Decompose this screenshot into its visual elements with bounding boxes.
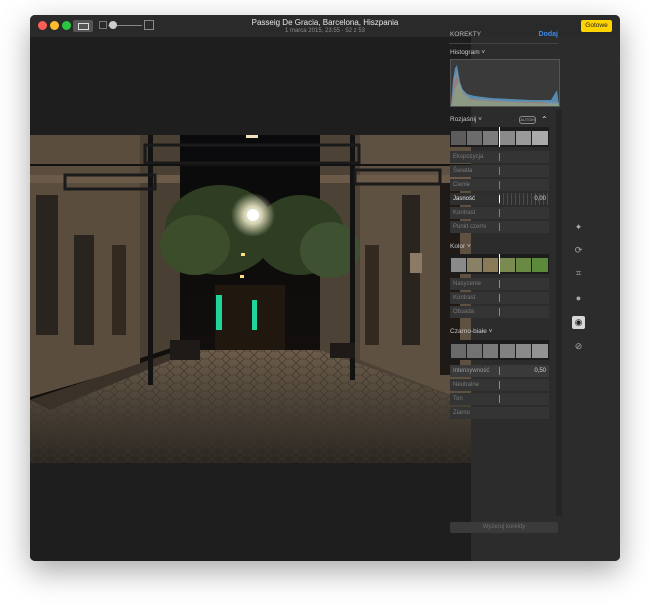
slider-label: Punkt czerni — [453, 224, 487, 230]
slider-label: Intensywność — [453, 368, 490, 374]
slider-neutrals[interactable]: Neutralne — [450, 379, 549, 391]
zoom-in-icon[interactable] — [144, 20, 154, 30]
auto-button[interactable]: AUTOM — [519, 116, 536, 124]
light-section-title[interactable]: Rozjaśnij ˅ — [450, 116, 482, 123]
slider-marker[interactable] — [499, 223, 500, 231]
histogram — [450, 59, 560, 107]
close-button[interactable] — [38, 21, 47, 30]
photo-canvas[interactable] — [30, 37, 471, 561]
slider-value: 0,50 — [534, 368, 546, 374]
slider-label: Cienie — [453, 182, 471, 188]
slider-tone[interactable]: Ton — [450, 393, 549, 405]
slider-black-point[interactable]: Punkt czerni — [450, 221, 549, 233]
slider-label: Nasycenie — [453, 281, 482, 287]
add-adjustment-link[interactable]: Dodaj — [532, 31, 558, 38]
slider-highlights[interactable]: Światła — [450, 165, 549, 177]
slider-label: Kontrast — [453, 295, 476, 301]
slider-color-contrast[interactable]: Kontrast — [450, 292, 549, 304]
slider-label: Ziarno — [453, 410, 471, 416]
slider-label: Jasność — [453, 196, 476, 202]
reset-adjustments-button[interactable]: Wyzeruj korekty — [450, 522, 558, 533]
slider-label: Neutralne — [453, 382, 480, 388]
slider-marker[interactable] — [499, 294, 500, 302]
slider-contrast[interactable]: Kontrast — [450, 207, 549, 219]
zoom-slider-knob[interactable] — [109, 21, 117, 29]
slider-saturation[interactable]: Nasycenie — [450, 278, 549, 290]
color-strip[interactable] — [450, 254, 549, 274]
slider-grain[interactable]: Ziarno — [450, 407, 549, 419]
minimize-button[interactable] — [50, 21, 59, 30]
done-button[interactable]: Gotowe — [581, 20, 612, 32]
zoom-window-button[interactable] — [62, 21, 71, 30]
slider-marker[interactable] — [499, 167, 500, 175]
slider-brightness[interactable]: Jasność 0,00 — [450, 193, 549, 205]
slider-marker[interactable] — [499, 308, 500, 316]
slider-label: Obsada — [453, 309, 475, 315]
slider-marker[interactable] — [499, 153, 500, 161]
rotate-icon[interactable]: ⟳ — [572, 244, 585, 257]
slider-label: Ton — [453, 396, 463, 402]
crop-icon[interactable]: ⌗ — [572, 267, 585, 280]
slider-shadows[interactable]: Cienie — [450, 179, 549, 191]
magic-wand-icon[interactable]: ✦ — [572, 221, 585, 234]
slider-cast[interactable]: Obsada — [450, 306, 549, 318]
light-strip[interactable] — [450, 127, 549, 147]
slider-marker[interactable] — [499, 395, 500, 403]
photo-subtitle: 1 marca 2015, 23:55 · 52 z 53 — [284, 28, 366, 34]
slider-marker[interactable] — [499, 195, 500, 203]
histogram-toggle[interactable]: Histogram ˅ — [450, 49, 485, 56]
zoom-out-icon[interactable] — [99, 21, 107, 29]
bw-section-title[interactable]: Czarno-białe ˅ — [450, 328, 492, 335]
slider-marker[interactable] — [499, 280, 500, 288]
slider-intensity[interactable]: Intensywność 0,50 — [450, 365, 549, 377]
corrections-header: KOREKTY — [450, 31, 482, 38]
bw-strip[interactable] — [450, 340, 549, 360]
retouch-icon[interactable]: ⊘ — [572, 340, 585, 353]
panel-scrollbar[interactable] — [556, 110, 562, 516]
slider-exposure[interactable]: Ekspozycja — [450, 151, 549, 163]
filters-icon[interactable]: ● — [572, 292, 585, 305]
slider-label: Ekspozycja — [453, 154, 484, 160]
sidebar-toggle-button[interactable] — [73, 20, 93, 32]
adjust-icon[interactable]: ◉ — [572, 316, 585, 329]
slider-label: Kontrast — [453, 210, 476, 216]
slider-value: 0,00 — [534, 196, 546, 202]
slider-label: Światła — [453, 168, 473, 174]
header-divider — [449, 43, 558, 44]
street-photo — [30, 135, 471, 463]
slider-marker[interactable] — [499, 367, 500, 375]
color-section-title[interactable]: Kolor ˅ — [450, 243, 471, 250]
slider-marker[interactable] — [499, 181, 500, 189]
slider-marker[interactable] — [499, 209, 500, 217]
slider-marker[interactable] — [499, 381, 500, 389]
chevron-up-icon[interactable]: ⌃ — [541, 116, 548, 124]
